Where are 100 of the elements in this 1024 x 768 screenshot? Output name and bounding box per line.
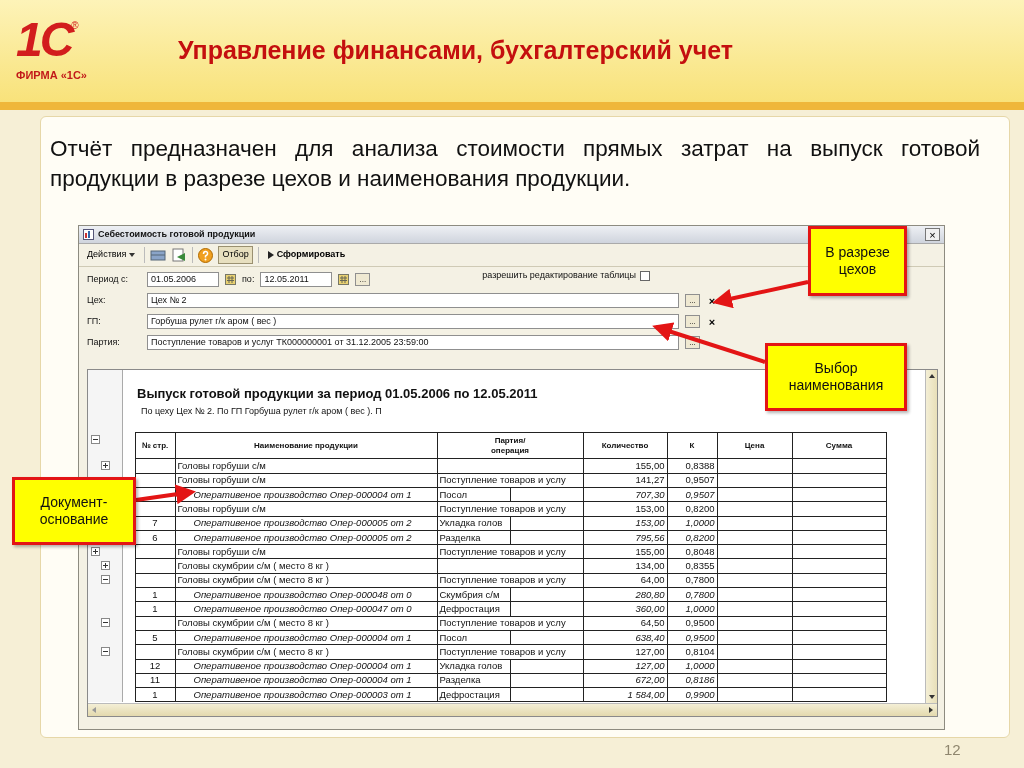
table-cell: 707,30 (583, 487, 667, 502)
table-cell: 0,8355 (667, 558, 717, 574)
table-cell: Головы скумбрии с/м ( место 8 кг ) (175, 573, 437, 588)
table-cell: Оперативеное производство Опер-000004 от 1 (175, 630, 437, 645)
table-cell: Оперативеное производство Опер-000004 от 1 (175, 487, 437, 502)
table-cell: 64,00 (583, 573, 667, 588)
table-cell: Головы горбуши с/м (175, 473, 437, 488)
input-field[interactable]: Цех № 2 (147, 293, 679, 308)
checkbox[interactable] (640, 270, 650, 281)
collapse-icon[interactable] (101, 575, 110, 585)
close-button[interactable]: × (925, 228, 940, 241)
table-cell: Поступление товаров и услу (437, 544, 583, 559)
table-cell: 0,9500 (667, 630, 717, 645)
vertical-scrollbar[interactable] (925, 370, 937, 703)
table-cell: 0,8200 (667, 530, 717, 545)
window-title: Себестоимость готовой продукции (98, 227, 256, 241)
expand-icon[interactable] (101, 560, 110, 570)
clear-button[interactable]: × (706, 315, 718, 328)
table-cell: Посол (437, 487, 510, 502)
expand-icon[interactable] (91, 546, 100, 556)
table-cell: 1,0000 (667, 516, 717, 531)
table-cell: 153,00 (583, 516, 667, 531)
table-cell: 0,9500 (667, 616, 717, 631)
date-field[interactable]: 12.05.2011 (260, 272, 333, 287)
column-header: Наименование продукции (175, 432, 437, 459)
table-cell: Скумбрия с/м (437, 587, 510, 602)
table-cell: 0,9507 (667, 473, 717, 488)
input-field[interactable]: Горбуша рулет г/к аром ( вес ) (147, 314, 679, 329)
column-header: Цена (717, 432, 792, 459)
table-cell: 672,00 (583, 673, 667, 688)
table-cell: 0,8104 (667, 644, 717, 660)
callout-box: Выбор наименования (765, 343, 907, 411)
table-cell: 5 (135, 630, 175, 645)
column-header: № стр. (135, 432, 175, 459)
table-cell: 0,8388 (667, 458, 717, 474)
table-cell: 0,7800 (667, 587, 717, 602)
table-cell: Головы скумбрии с/м ( место 8 кг ) (175, 616, 437, 631)
table-icon[interactable] (150, 248, 167, 262)
table-cell: Разделка (437, 673, 510, 688)
table-cell: 0,9900 (667, 687, 717, 702)
table-cell: 1 (135, 687, 175, 702)
table-cell: Дефростация (437, 601, 510, 617)
actions-menu[interactable]: Действия (83, 246, 140, 264)
field-label: по: (242, 272, 255, 286)
table-cell: 64,50 (583, 616, 667, 631)
table-cell: Разделка (437, 530, 510, 545)
table-cell: Головы скумбрии с/м ( место 8 кг ) (175, 558, 437, 574)
play-icon (267, 251, 274, 259)
table-cell: 0,8186 (667, 673, 717, 688)
input-field[interactable]: Поступление товаров и услуг ТК000000001 от 31.12.2005 23:59:00 (147, 335, 679, 350)
table-cell: 0,7800 (667, 573, 717, 588)
table-cell (135, 544, 175, 559)
collapse-icon[interactable] (91, 434, 100, 444)
help-icon[interactable] (198, 247, 214, 263)
table-cell: Укладка голов (437, 516, 510, 531)
collapse-icon[interactable] (101, 618, 110, 628)
table-cell: Поступление товаров и услу (437, 616, 583, 631)
horizontal-scrollbar[interactable] (88, 703, 937, 716)
expand-icon[interactable] (101, 460, 110, 470)
field-label: Цех: (87, 293, 107, 307)
table-cell: 155,00 (583, 544, 667, 559)
table-cell: 155,00 (583, 458, 667, 474)
column-header: Количество (583, 432, 667, 459)
table-cell: 795,56 (583, 530, 667, 545)
filter-button[interactable]: Отбор (218, 246, 253, 264)
more-button[interactable]: ... (355, 273, 371, 286)
caret-icon (129, 253, 136, 257)
table-cell: 1 (135, 601, 175, 617)
table-cell: 0,9507 (667, 487, 717, 502)
logo-mark: 1С (16, 13, 72, 67)
calendar-icon[interactable] (225, 274, 236, 285)
export-icon[interactable] (171, 248, 188, 262)
table-cell: 638,40 (583, 630, 667, 645)
table-cell: Оперативеное производство Опер-000004 от 1 (175, 659, 437, 674)
table-cell: 0,8200 (667, 501, 717, 517)
table-cell: 11 (135, 673, 175, 688)
table-cell: Оперативеное производство Опер-000047 от 0 (175, 601, 437, 617)
table-cell: Поступление товаров и услу (437, 501, 583, 517)
table-cell: Оперативеное производство Опер-000005 от 2 (175, 530, 437, 545)
table-cell: 0,8048 (667, 544, 717, 559)
table-cell (135, 644, 175, 660)
collapse-icon[interactable] (101, 646, 110, 656)
table-cell: Оперативеное производство Опер-000003 от 1 (175, 687, 437, 702)
calendar-icon[interactable] (338, 274, 350, 285)
table-cell: 1,0000 (667, 659, 717, 674)
date-field[interactable]: 01.05.2006 (147, 272, 219, 287)
table-cell: Поступление товаров и услу (437, 473, 583, 488)
column-header: Партия/ операция (437, 432, 583, 459)
table-cell: 1 (135, 587, 175, 602)
table-cell: 12 (135, 659, 175, 674)
table-cell: 134,00 (583, 558, 667, 574)
select-button[interactable]: ... (685, 315, 700, 328)
table-cell: Оперативеное производство Опер-000004 от 1 (175, 673, 437, 688)
checkbox-label: разрешить редактирование таблицы (482, 268, 636, 282)
table-cell (135, 458, 175, 474)
table-cell: Головы горбуши с/м (175, 501, 437, 517)
table-cell: Головы скумбрии с/м ( место 8 кг ) (175, 644, 437, 660)
run-button[interactable]: Сформировать (263, 246, 350, 264)
slide-title: Управление финансами, бухгалтерский учет (178, 35, 734, 67)
select-button[interactable]: ... (685, 294, 700, 307)
